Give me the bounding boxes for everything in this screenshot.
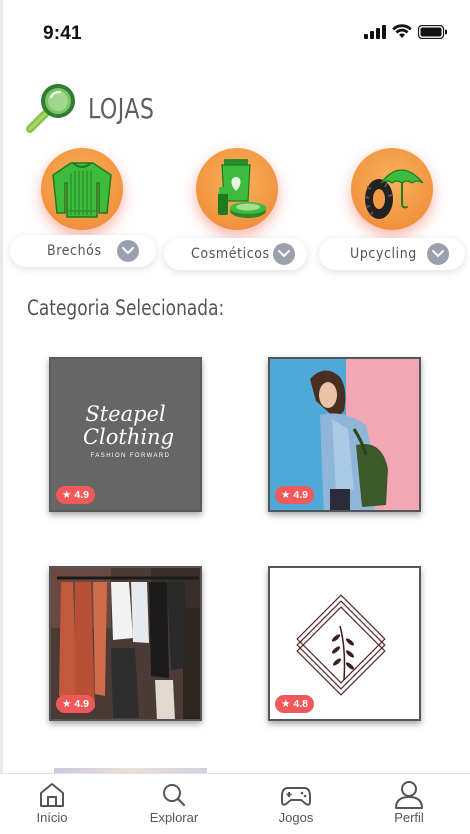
store-card-photo-woman[interactable]: ★ 4.9 — [268, 357, 421, 512]
category-cosmeticos-image[interactable] — [196, 148, 278, 230]
rating-value: 4.9 — [293, 489, 309, 501]
store-logo-line2: Clothing — [82, 425, 175, 449]
star-icon: ★ — [62, 698, 72, 710]
store-card-clothing-rack[interactable]: ★ 4.9 — [49, 566, 202, 721]
section-title: Categoria Selecionada: — [27, 296, 225, 320]
page-title: LOJAS — [88, 91, 155, 125]
bottom-tab-bar: Início Explorar Jogos Perfil — [0, 773, 470, 834]
rating-badge: ★ 4.9 — [275, 486, 315, 504]
category-label: Brechós — [47, 243, 102, 259]
category-cosmeticos-pill[interactable]: Cosméticos — [164, 238, 307, 270]
star-icon: ★ — [281, 698, 291, 710]
signal-icon — [364, 24, 386, 39]
store-logo-tagline: FASHION FORWARD — [90, 453, 171, 459]
store-logo-line1: Steapel — [85, 402, 166, 426]
tab-label: Jogos — [278, 810, 314, 825]
sweater-icon — [52, 162, 112, 218]
tab-jogos[interactable]: Jogos — [249, 774, 343, 834]
chevron-down-icon[interactable] — [427, 243, 449, 265]
cosmetics-icon — [218, 159, 266, 218]
tab-perfil[interactable]: Perfil — [362, 774, 456, 834]
store-logo: Steapel Clothing FASHION FORWARD — [51, 403, 200, 459]
search-icon — [163, 784, 186, 807]
home-icon — [40, 783, 64, 807]
window-edge — [0, 0, 3, 834]
store-card-botanical-logo[interactable]: ★ 4.8 — [268, 566, 421, 721]
tab-label: Início — [36, 810, 68, 825]
tab-label: Perfil — [394, 810, 424, 825]
star-icon: ★ — [62, 489, 72, 501]
chevron-down-icon[interactable] — [117, 240, 139, 262]
page-header: LOJAS — [24, 78, 164, 138]
rating-badge: ★ 4.9 — [56, 695, 96, 713]
tab-label: Explorar — [149, 810, 199, 825]
star-icon: ★ — [281, 489, 291, 501]
battery-icon — [418, 24, 447, 39]
rating-badge: ★ 4.8 — [275, 695, 315, 713]
category-upcycling-pill[interactable]: Upcycling — [319, 238, 465, 270]
rating-value: 4.8 — [293, 698, 309, 710]
status-icons — [364, 24, 448, 39]
category-upcycling-image[interactable] — [351, 148, 433, 230]
store-card-steapel[interactable]: Steapel Clothing FASHION FORWARD ★ 4.9 — [49, 357, 202, 512]
status-bar: 9:41 — [0, 0, 470, 60]
category-label: Cosméticos — [191, 246, 270, 262]
rating-value: 4.9 — [74, 698, 90, 710]
chevron-down-icon[interactable] — [273, 243, 295, 265]
status-time: 9:41 — [43, 23, 82, 44]
tire-umbrella-icon — [364, 169, 424, 219]
tab-inicio[interactable]: Início — [5, 774, 99, 834]
category-label: Upcycling — [350, 246, 417, 262]
user-icon — [395, 781, 423, 809]
tab-explorar[interactable]: Explorar — [127, 774, 221, 834]
magnifier-icon — [26, 84, 75, 133]
category-brechos-image[interactable] — [41, 148, 123, 230]
wifi-icon — [392, 24, 412, 38]
rating-badge: ★ 4.9 — [56, 486, 96, 504]
rating-value: 4.9 — [74, 489, 90, 501]
category-brechos-pill[interactable]: Brechós — [10, 235, 156, 267]
gamepad-icon — [281, 787, 311, 806]
